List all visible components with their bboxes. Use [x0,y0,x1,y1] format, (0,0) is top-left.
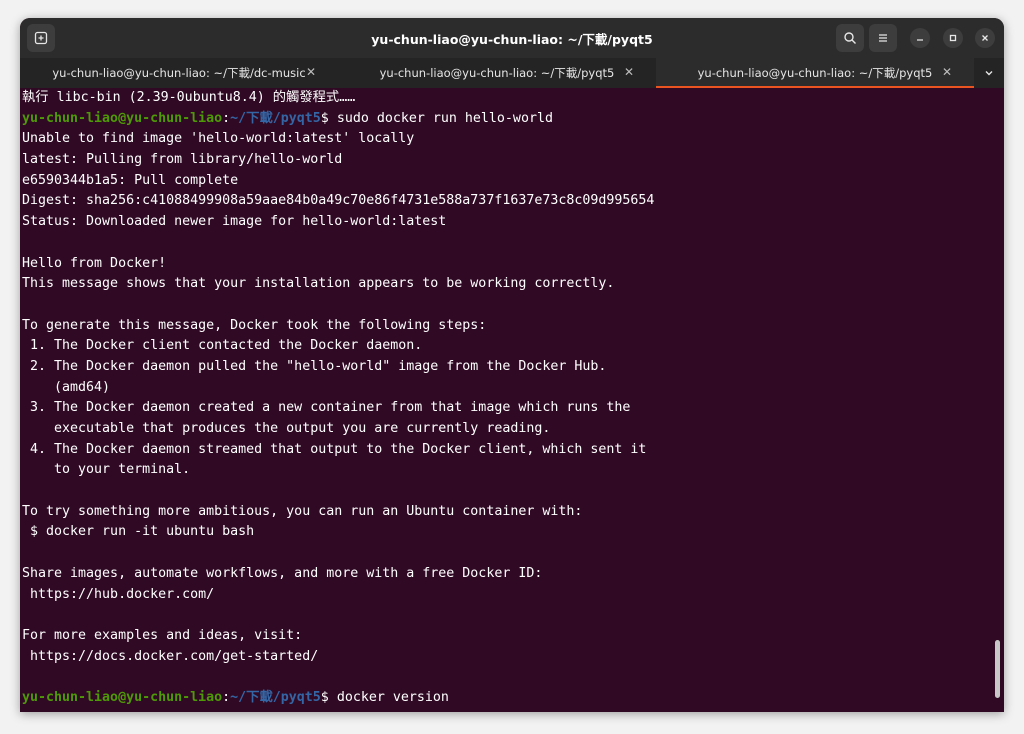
output-line: executable that produces the output you … [22,421,551,436]
prompt-sep: : [222,110,231,126]
window-title: yu-chun-liao@yu-chun-liao: ~/下載/pyqt5 [371,31,653,47]
maximize-icon-svg [949,34,957,42]
output-line: https://hub.docker.com/ [22,586,215,602]
new-tab-icon-svg [34,31,48,45]
prompt-line: yu-chun-liao@yu-chun-liao:~/下載/pyqt5$ su… [22,109,1004,130]
prompt-dollar: $ [320,110,329,126]
tab-bar: yu-chun-liao@yu-chun-liao: ~/下載/dc-music… [20,58,1004,88]
prompt-path: ~/下載/pyqt5 [230,110,321,126]
search-icon-svg [844,32,856,44]
output-line: (amd64) [22,379,111,395]
prompt-line: yu-chun-liao@yu-chun-liao:~/下載/pyqt5$ do… [22,688,1004,709]
prompt-user: yu-chun-liao@yu-chun-liao [22,110,223,126]
output-line: Digest: sha256:c41088499908a59aae84b0a49… [22,193,655,209]
tab-close-icon[interactable]: ✕ [942,65,952,79]
prompt-path: ~/下載/pyqt5 [230,689,321,705]
chevron-down-icon-svg [985,71,993,76]
output-line: 2. The Docker daemon pulled the "hello-w… [22,358,607,374]
tab-label: yu-chun-liao@yu-chun-liao: ~/下載/dc-music [52,66,306,80]
scrollbar-thumb[interactable] [995,640,1000,698]
prompt-command: sudo docker run hello-world [328,110,553,126]
output-line: Hello from Docker! [22,255,167,271]
output-line: $ docker run -it ubuntu bash [22,524,255,540]
output-line: e6590344b1a5: Pull complete [22,172,239,188]
minimize-icon[interactable] [910,28,930,48]
output-line: Share images, automate workflows, and mo… [22,565,543,581]
terminal-window: yu-chun-liao@yu-chun-liao: ~/下載/pyqt5 yu… [20,18,1004,712]
search-icon[interactable] [836,24,864,52]
minimize-icon-svg [917,39,923,41]
tab-pyqt5[interactable]: yu-chun-liao@yu-chun-liao: ~/下載/pyqt5 ✕ [338,58,656,88]
new-tab-icon[interactable] [27,24,55,52]
output-line: This message shows that your installatio… [22,276,615,292]
close-icon-svg [982,35,988,41]
output-line: 4. The Docker daemon streamed that outpu… [22,441,647,457]
tab-label: yu-chun-liao@yu-chun-liao: ~/下載/pyqt5 [379,66,615,80]
prompt-command: docker version [328,689,449,705]
output-line: To try something more ambitious, you can… [22,503,583,519]
tab-close-icon[interactable]: ✕ [624,65,634,79]
chevron-down-icon[interactable] [974,58,1004,88]
output-line: https://docs.docker.com/get-started/ [22,648,319,664]
menu-icon-svg [879,34,887,42]
close-icon[interactable] [975,28,995,48]
output-line: 執行 libc-bin (2.39-0ubuntu8.4) 的觸發程式…… [22,90,356,105]
output-line: to your terminal. [22,462,191,478]
output-line: To generate this message, Docker took th… [22,317,487,333]
tab-pyqt5-active[interactable]: yu-chun-liao@yu-chun-liao: ~/下載/pyqt5 ✕ [656,58,974,88]
output-line: 3. The Docker daemon created a new conta… [22,400,631,416]
maximize-icon[interactable] [943,28,963,48]
output-line: Unable to find image 'hello-world:latest… [22,131,415,147]
prompt-dollar: $ [320,689,329,705]
hamburger-menu-icon[interactable] [869,24,897,52]
output-line: For more examples and ideas, visit: [22,627,303,643]
prompt-sep: : [222,689,231,705]
title-bar: yu-chun-liao@yu-chun-liao: ~/下載/pyqt5 [20,18,1004,58]
output-line: 1. The Docker client contacted the Docke… [22,338,423,354]
terminal-output[interactable]: 執行 libc-bin (2.39-0ubuntu8.4) 的觸發程式…… yu… [20,88,1004,712]
tab-dc-music[interactable]: yu-chun-liao@yu-chun-liao: ~/下載/dc-music… [20,58,338,88]
tab-close-icon[interactable]: ✕ [306,65,316,79]
tab-label: yu-chun-liao@yu-chun-liao: ~/下載/pyqt5 [697,66,933,80]
prompt-user: yu-chun-liao@yu-chun-liao [22,689,223,705]
output-line: Status: Downloaded newer image for hello… [22,214,447,230]
output-line: latest: Pulling from library/hello-world [22,152,343,168]
